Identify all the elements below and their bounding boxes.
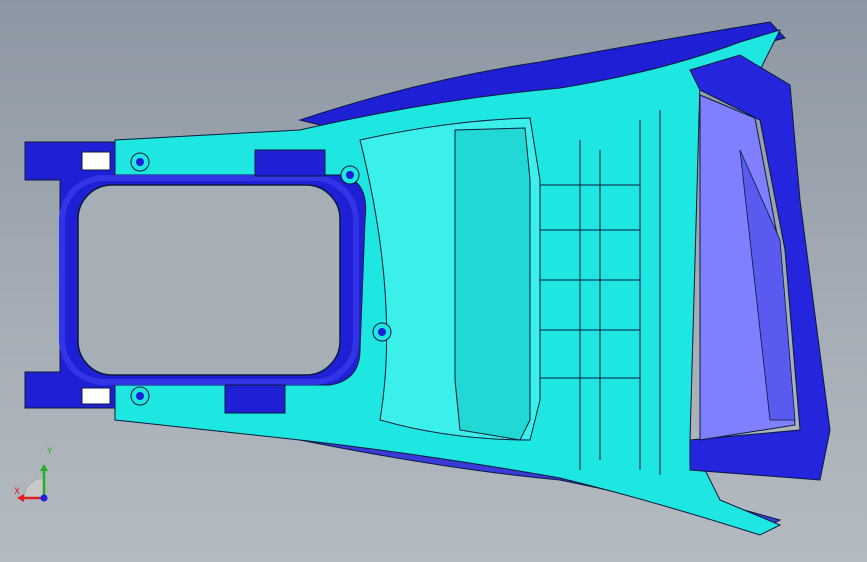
lower-tab <box>81 387 111 405</box>
pocket-upper <box>254 149 326 177</box>
upper-tab <box>81 151 111 171</box>
cad-3d-viewport[interactable]: X Y <box>0 0 867 562</box>
console-part-model[interactable] <box>0 0 867 562</box>
center-recess <box>454 127 531 441</box>
axis-triad: X Y <box>14 447 53 502</box>
triad-quarter-disc <box>23 477 45 499</box>
x-axis-label: X <box>14 487 20 497</box>
z-axis-dot <box>40 494 48 502</box>
shifter-opening <box>77 184 341 376</box>
y-axis-label: Y <box>46 447 53 457</box>
pocket-lower <box>224 384 286 414</box>
